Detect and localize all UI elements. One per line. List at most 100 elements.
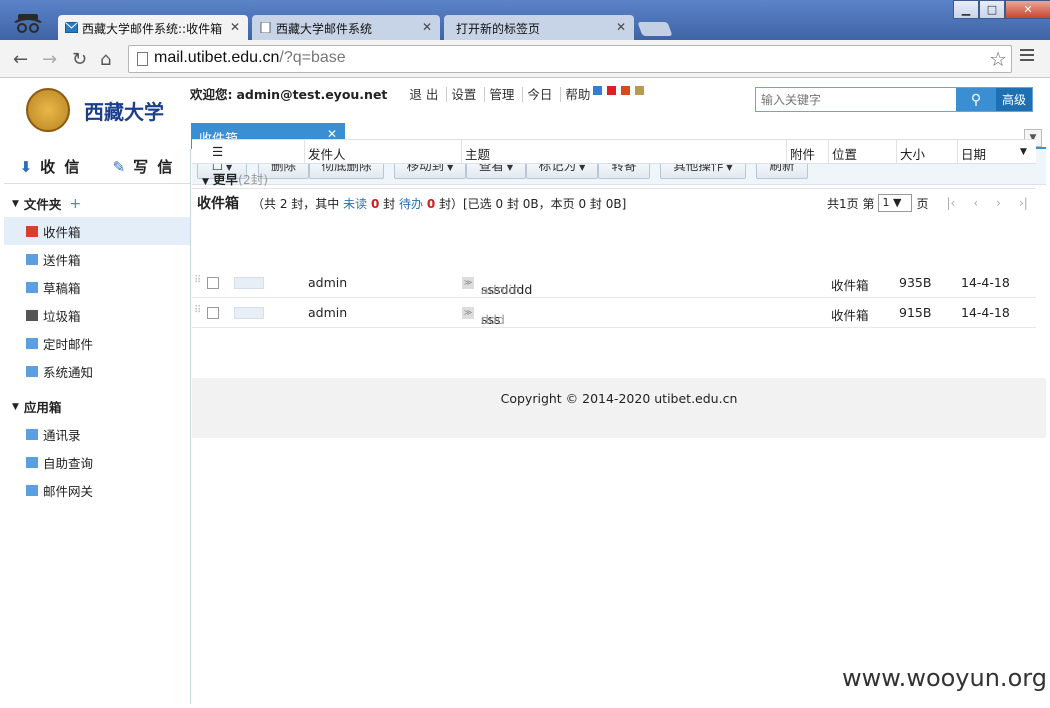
search-button[interactable]: ⚲	[956, 88, 996, 111]
browser-tab-inbox[interactable]: 西藏大学邮件系统::收件箱 ✕	[58, 15, 248, 40]
unread-count: 0	[370, 197, 380, 211]
receive-label: 收 信	[40, 157, 82, 176]
sidebar-item-label: 通讯录	[43, 427, 81, 443]
sidebar-item-scheduled[interactable]: 定时邮件	[4, 329, 190, 357]
mail-stats: （共 2 封，其中 未读 0 封 待办 0 封）[已选 0 封 0B，本页 0 …	[252, 195, 626, 212]
row-location: 收件箱	[831, 278, 869, 293]
next-page-icon[interactable]: ›	[996, 196, 1001, 210]
row-checkbox[interactable]	[207, 277, 219, 289]
sidebar-item-system[interactable]: 系统通知	[4, 357, 190, 385]
col-date[interactable]: 日期	[961, 144, 986, 163]
new-tab-button[interactable]	[637, 22, 673, 36]
sidebar-item-sent[interactable]: 送件箱	[4, 245, 190, 273]
col-attach[interactable]: 附件	[790, 144, 815, 163]
sidebar-item-gateway[interactable]: 邮件网关	[4, 476, 190, 504]
collapse-triangle-icon: ▼	[12, 401, 19, 412]
col-sender[interactable]: 发件人	[308, 144, 346, 163]
row-checkbox[interactable]	[207, 307, 219, 319]
chrome-menu-icon[interactable]	[1020, 49, 1034, 64]
sidebar-actions: ⬇ 收 信 ✎ 写 信	[4, 149, 190, 184]
stats-prefix: （共 2 封，其中	[252, 197, 340, 211]
subject-preview: ddd	[481, 312, 505, 327]
column-options-icon[interactable]: ☰	[212, 144, 223, 159]
mail-read-icon	[234, 307, 264, 319]
todo-link[interactable]: 待办	[399, 197, 423, 211]
folders-header[interactable]: ▼ 文件夹 +	[4, 184, 190, 217]
minimize-button[interactable]: ▁	[953, 0, 979, 19]
maximize-button[interactable]: □	[979, 0, 1005, 19]
theme-switcher	[593, 86, 644, 95]
logout-link[interactable]: 退 出	[405, 87, 442, 102]
search-input[interactable]	[756, 88, 956, 111]
manage-link[interactable]: 管理	[484, 87, 519, 102]
page-title: 收件箱	[197, 196, 239, 212]
back-arrow-icon[interactable]: ←	[13, 49, 28, 70]
first-page-icon[interactable]: |‹	[946, 196, 955, 210]
column-header: ☰ 发件人 主题 附件 位置 大小 日期 ▼	[192, 139, 1036, 164]
apps-header[interactable]: ▼ 应用箱	[4, 385, 190, 420]
unread-link[interactable]: 未读	[343, 197, 367, 211]
compose-button[interactable]: ✎ 写 信	[97, 156, 190, 177]
bookmark-star-icon[interactable]: ☆	[989, 47, 1007, 71]
sidebar-item-trash[interactable]: 垃圾箱	[4, 301, 190, 329]
sidebar-item-label: 收件箱	[43, 224, 81, 240]
col-subject[interactable]: 主题	[465, 144, 490, 163]
prev-page-icon[interactable]: ‹	[973, 196, 978, 210]
row-date: 14-4-18	[961, 305, 1010, 320]
edit-icon: ✎	[112, 157, 128, 176]
col-size[interactable]: 大小	[900, 144, 925, 163]
table-row[interactable]: ⠿ admin ≫ sssdddd admin 收件箱 935B 14-4-18	[192, 268, 1036, 298]
user-email: admin@test.eyou.net	[236, 87, 388, 102]
sidebar-item-drafts[interactable]: 草稿箱	[4, 273, 190, 301]
collapse-triangle-icon: ▼	[202, 177, 209, 187]
home-icon[interactable]: ⌂	[100, 49, 111, 70]
browser-tab-mail[interactable]: 西藏大学邮件系统 ✕	[252, 15, 440, 40]
receive-button[interactable]: ⬇ 收 信	[4, 156, 97, 177]
close-tab-icon[interactable]: ✕	[616, 20, 626, 34]
row-location: 收件箱	[831, 308, 869, 323]
sidebar-item-label: 垃圾箱	[43, 308, 81, 324]
forward-arrow-icon[interactable]: →	[42, 49, 57, 70]
browser-tab-label: 打开新的标签页	[456, 22, 541, 36]
table-row[interactable]: ⠿ admin ≫ sss ddd 收件箱 915B 14-4-18	[192, 298, 1036, 328]
close-tab-icon[interactable]: ✕	[422, 20, 432, 34]
sidebar-item-selfquery[interactable]: 自助查询	[4, 448, 190, 476]
mail-read-icon	[234, 277, 264, 289]
sidebar-item-inbox[interactable]: 收件箱	[4, 217, 190, 245]
theme-orange-icon[interactable]	[621, 86, 630, 95]
last-page-icon[interactable]: ›|	[1019, 196, 1028, 210]
expand-icon[interactable]: ≫	[462, 277, 474, 289]
app-icon	[26, 428, 38, 440]
browser-tab-newtab[interactable]: 打开新的标签页 ✕	[444, 15, 634, 40]
close-tab-icon[interactable]: ✕	[230, 20, 240, 34]
sort-down-icon[interactable]: ▼	[1020, 147, 1027, 157]
stats-mid: 封	[383, 197, 396, 211]
group-count: (2封)	[237, 172, 269, 187]
reload-icon[interactable]: ↻	[72, 49, 87, 70]
theme-blue-icon[interactable]	[593, 86, 602, 95]
page-select[interactable]: 1 ▼	[878, 194, 913, 212]
group-header[interactable]: ▼ 更早(2封)	[192, 165, 1036, 189]
apps-title: 应用箱	[23, 400, 62, 415]
add-folder-icon[interactable]: +	[69, 196, 81, 212]
theme-gold-icon[interactable]	[635, 86, 644, 95]
col-location[interactable]: 位置	[832, 144, 857, 163]
sidebar-item-contacts[interactable]: 通讯录	[4, 420, 190, 448]
settings-link[interactable]: 设置	[446, 87, 481, 102]
url-host: mail.utibet.edu.cn	[154, 49, 280, 66]
expand-icon[interactable]: ≫	[462, 307, 474, 319]
drag-handle-icon[interactable]: ⠿	[194, 305, 201, 316]
pager: 共1页 第 1 ▼ 页 |‹ ‹ › ›|	[827, 194, 1028, 212]
address-bar[interactable]: mail.utibet.edu.cn/?q=base ☆	[128, 45, 1012, 73]
folder-icon	[26, 281, 38, 293]
advanced-search-button[interactable]: 高级	[996, 88, 1032, 111]
drag-handle-icon[interactable]: ⠿	[194, 275, 201, 286]
today-link[interactable]: 今日	[522, 87, 557, 102]
close-window-button[interactable]: ✕	[1005, 0, 1050, 19]
page-icon	[137, 52, 148, 66]
help-link[interactable]: 帮助	[560, 87, 595, 102]
trash-icon	[26, 309, 38, 321]
theme-red-icon[interactable]	[607, 86, 616, 95]
sidebar-item-label: 自助查询	[43, 455, 94, 471]
url-text[interactable]: mail.utibet.edu.cn/?q=base	[154, 49, 346, 67]
